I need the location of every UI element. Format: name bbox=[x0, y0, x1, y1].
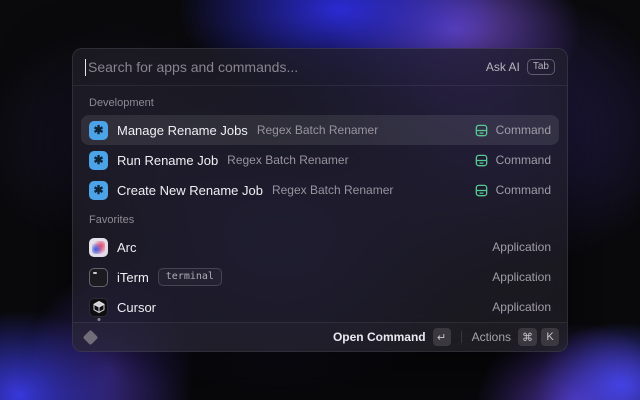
list-item-run-rename-job[interactable]: ✱ Run Rename Job Regex Batch Renamer Com… bbox=[81, 145, 559, 175]
raycast-logo-icon bbox=[83, 329, 99, 345]
footer-divider bbox=[461, 331, 462, 343]
cursor-app-icon bbox=[89, 298, 108, 317]
ask-ai-button[interactable]: Ask AI Tab bbox=[486, 59, 555, 75]
open-command-button[interactable]: Open Command ↵ bbox=[333, 328, 451, 346]
search-bar[interactable]: Search for apps and commands... Ask AI T… bbox=[73, 49, 567, 86]
item-type-label: Application bbox=[492, 300, 551, 314]
iterm-app-icon bbox=[89, 268, 108, 287]
asterisk-glyph: ✱ bbox=[93, 123, 103, 137]
running-indicator-dot bbox=[97, 318, 100, 321]
text-caret bbox=[85, 59, 86, 76]
list-item-cursor[interactable]: Cursor Application bbox=[81, 292, 559, 322]
item-title: iTerm bbox=[117, 270, 149, 285]
item-title: Create New Rename Job bbox=[117, 183, 263, 198]
terminal-prompt-mark bbox=[93, 272, 97, 274]
item-type-label: Command bbox=[496, 153, 551, 167]
list-item-iterm[interactable]: iTerm terminal Application bbox=[81, 262, 559, 292]
alias-badge: terminal bbox=[158, 268, 222, 286]
actions-label: Actions bbox=[472, 330, 511, 344]
command-icon bbox=[474, 153, 489, 168]
arc-app-icon bbox=[89, 238, 108, 257]
list-item-arc[interactable]: Arc Application bbox=[81, 232, 559, 262]
k-keycap: K bbox=[541, 328, 559, 346]
asterisk-glyph: ✱ bbox=[93, 183, 103, 197]
section-header-development: Development bbox=[81, 88, 559, 115]
item-type-label: Command bbox=[496, 183, 551, 197]
item-subtitle: Regex Batch Renamer bbox=[257, 123, 378, 137]
results-list: Development ✱ Manage Rename Jobs Regex B… bbox=[73, 86, 567, 322]
item-type-label: Command bbox=[496, 123, 551, 137]
item-title: Manage Rename Jobs bbox=[117, 123, 248, 138]
list-item-manage-rename-jobs[interactable]: ✱ Manage Rename Jobs Regex Batch Renamer… bbox=[81, 115, 559, 145]
launcher-window: Search for apps and commands... Ask AI T… bbox=[72, 48, 568, 352]
item-type-label: Application bbox=[492, 270, 551, 284]
actions-button[interactable]: Actions ⌘ K bbox=[472, 328, 559, 346]
arc-logo bbox=[92, 241, 105, 254]
command-icon bbox=[474, 183, 489, 198]
tab-keycap: Tab bbox=[527, 59, 555, 75]
item-subtitle: Regex Batch Renamer bbox=[227, 153, 348, 167]
item-title: Run Rename Job bbox=[117, 153, 218, 168]
item-type-label: Application bbox=[492, 240, 551, 254]
item-title: Cursor bbox=[117, 300, 156, 315]
regex-batch-renamer-icon: ✱ bbox=[89, 121, 108, 140]
action-bar: Open Command ↵ Actions ⌘ K bbox=[73, 322, 567, 351]
ask-ai-label: Ask AI bbox=[486, 60, 520, 74]
search-input[interactable]: Search for apps and commands... bbox=[88, 59, 486, 75]
open-command-label: Open Command bbox=[333, 330, 426, 344]
command-icon bbox=[474, 123, 489, 138]
item-title: Arc bbox=[117, 240, 137, 255]
regex-batch-renamer-icon: ✱ bbox=[89, 181, 108, 200]
list-item-create-new-rename-job[interactable]: ✱ Create New Rename Job Regex Batch Rena… bbox=[81, 175, 559, 205]
asterisk-glyph: ✱ bbox=[93, 153, 103, 167]
item-subtitle: Regex Batch Renamer bbox=[272, 183, 393, 197]
cmd-keycap: ⌘ bbox=[518, 328, 537, 346]
return-keycap: ↵ bbox=[433, 328, 451, 346]
regex-batch-renamer-icon: ✱ bbox=[89, 151, 108, 170]
section-header-favorites: Favorites bbox=[81, 205, 559, 232]
